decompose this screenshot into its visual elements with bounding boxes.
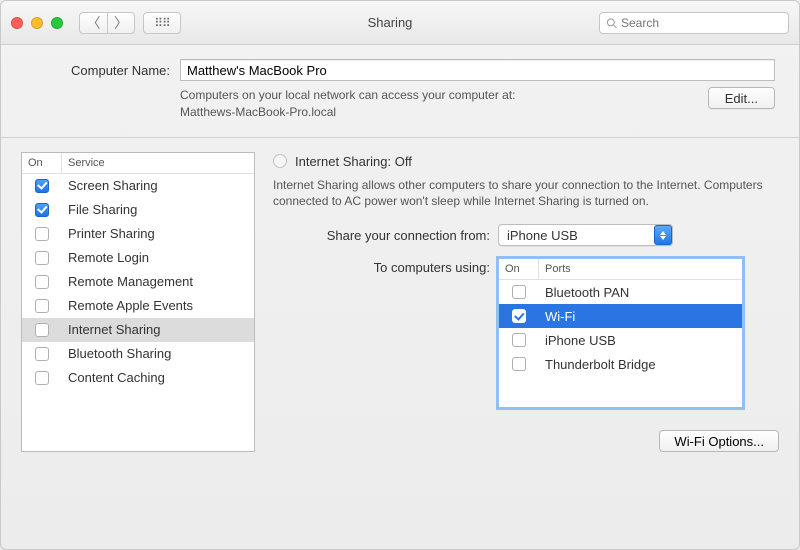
chevron-left-icon: 〈	[87, 13, 101, 33]
port-item[interactable]: Wi-Fi	[499, 304, 742, 328]
services-header: On Service	[22, 153, 254, 174]
service-checkbox[interactable]	[35, 179, 49, 193]
port-checkbox[interactable]	[512, 285, 526, 299]
show-all-button[interactable]: ⠿⠿	[143, 12, 181, 34]
services-header-on: On	[22, 153, 62, 173]
service-item[interactable]: Remote Apple Events	[22, 294, 254, 318]
port-label: Bluetooth PAN	[539, 285, 742, 300]
titlebar: 〈 〉 ⠿⠿ Sharing	[1, 1, 799, 45]
service-label: Internet Sharing	[62, 322, 254, 337]
service-item[interactable]: Bluetooth Sharing	[22, 342, 254, 366]
service-label: File Sharing	[62, 202, 254, 217]
search-icon	[606, 17, 617, 29]
service-item[interactable]: File Sharing	[22, 198, 254, 222]
service-item[interactable]: Content Caching	[22, 366, 254, 390]
ports-list[interactable]: On Ports Bluetooth PAN Wi-Fi iPhone USB Thu…	[498, 258, 743, 408]
preferences-window: 〈 〉 ⠿⠿ Sharing Computer Name: Computers …	[0, 0, 800, 550]
ports-header-on: On	[499, 259, 539, 279]
minimize-icon[interactable]	[31, 17, 43, 29]
service-label: Remote Management	[62, 274, 254, 289]
port-label: Wi-Fi	[539, 309, 742, 324]
service-label: Content Caching	[62, 370, 254, 385]
service-checkbox[interactable]	[35, 323, 49, 337]
service-label: Remote Apple Events	[62, 298, 254, 313]
service-item[interactable]: Screen Sharing	[22, 174, 254, 198]
share-from-label: Share your connection from:	[273, 228, 498, 243]
computer-name-input[interactable]	[180, 59, 775, 81]
chevron-right-icon: 〉	[114, 13, 128, 33]
service-status-title: Internet Sharing: Off	[295, 154, 412, 169]
service-label: Bluetooth Sharing	[62, 346, 254, 361]
ports-header-ports: Ports	[539, 259, 742, 279]
grid-icon: ⠿⠿	[154, 16, 170, 30]
ports-header: On Ports	[499, 259, 742, 280]
nav-buttons: 〈 〉	[79, 12, 135, 34]
service-label: Printer Sharing	[62, 226, 254, 241]
edit-hostname-button[interactable]: Edit...	[708, 87, 775, 109]
traffic-lights	[11, 17, 63, 29]
to-computers-label: To computers using:	[273, 258, 498, 275]
search-field[interactable]	[599, 12, 789, 34]
computer-name-description: Computers on your local network can acce…	[180, 87, 708, 121]
service-checkbox[interactable]	[35, 227, 49, 241]
main-area: On Service Screen Sharing File Sharing Pri…	[1, 138, 799, 549]
close-icon[interactable]	[11, 17, 23, 29]
popup-arrows-icon	[654, 225, 672, 245]
wifi-options-button[interactable]: Wi-Fi Options...	[659, 430, 779, 452]
service-label: Screen Sharing	[62, 178, 254, 193]
service-description: Internet Sharing allows other computers …	[273, 177, 779, 211]
service-checkbox[interactable]	[35, 275, 49, 289]
computer-name-label: Computer Name:	[25, 63, 170, 78]
service-label: Remote Login	[62, 250, 254, 265]
service-item[interactable]: Remote Management	[22, 270, 254, 294]
service-checkbox[interactable]	[35, 299, 49, 313]
port-label: iPhone USB	[539, 333, 742, 348]
service-detail: Internet Sharing: Off Internet Sharing a…	[273, 152, 779, 535]
search-input[interactable]	[621, 16, 782, 30]
share-from-popup[interactable]: iPhone USB	[498, 224, 673, 246]
enable-service-radio[interactable]	[273, 154, 287, 168]
services-header-service: Service	[62, 153, 254, 173]
content: Computer Name: Computers on your local n…	[1, 45, 799, 549]
port-checkbox[interactable]	[512, 309, 526, 323]
port-item[interactable]: Bluetooth PAN	[499, 280, 742, 304]
service-checkbox[interactable]	[35, 203, 49, 217]
service-item[interactable]: Remote Login	[22, 246, 254, 270]
share-from-value: iPhone USB	[507, 228, 578, 243]
port-checkbox[interactable]	[512, 333, 526, 347]
computer-name-section: Computer Name: Computers on your local n…	[1, 45, 799, 138]
service-item[interactable]: Printer Sharing	[22, 222, 254, 246]
port-item[interactable]: iPhone USB	[499, 328, 742, 352]
service-checkbox[interactable]	[35, 251, 49, 265]
service-checkbox[interactable]	[35, 347, 49, 361]
forward-button[interactable]: 〉	[107, 12, 135, 34]
service-checkbox[interactable]	[35, 371, 49, 385]
back-button[interactable]: 〈	[79, 12, 107, 34]
fullscreen-icon[interactable]	[51, 17, 63, 29]
port-checkbox[interactable]	[512, 357, 526, 371]
window-title: Sharing	[189, 15, 591, 30]
port-item[interactable]: Thunderbolt Bridge	[499, 352, 742, 376]
service-item[interactable]: Internet Sharing	[22, 318, 254, 342]
port-label: Thunderbolt Bridge	[539, 357, 742, 372]
services-list[interactable]: On Service Screen Sharing File Sharing Pri…	[21, 152, 255, 452]
